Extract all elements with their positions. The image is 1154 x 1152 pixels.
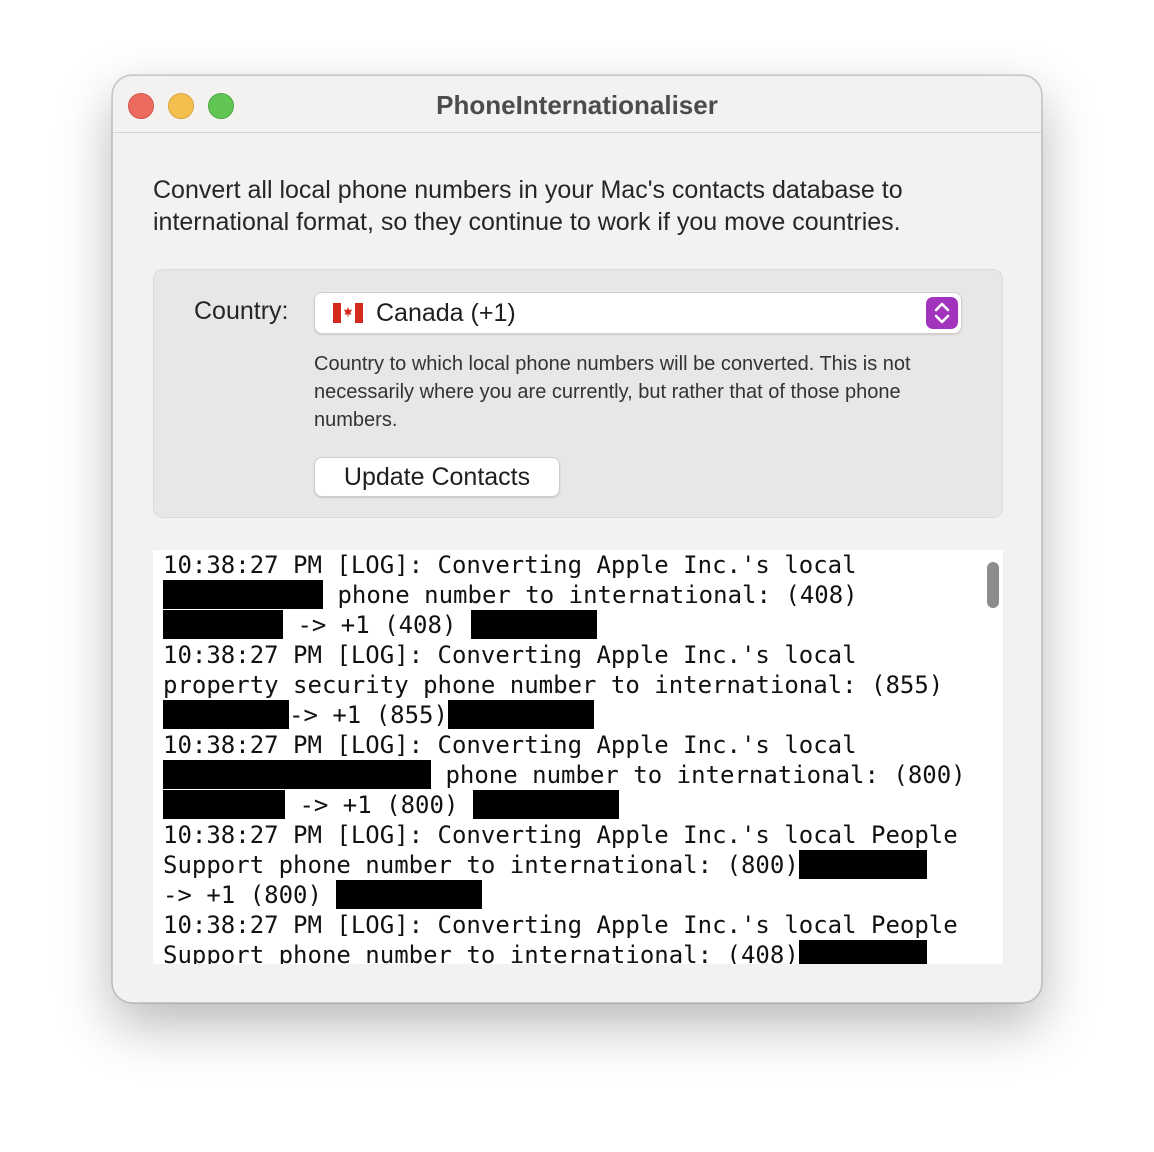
log-line: -> +1 (855): [163, 700, 1003, 730]
title-bar[interactable]: PhoneInternationaliser: [113, 76, 1041, 133]
log-line: phone number to international: (408): [163, 580, 1003, 610]
log-line: Support phone number to international: (…: [163, 940, 1003, 964]
log-line: -> +1 (408): [163, 610, 1003, 640]
log-line: 10:38:27 PM [LOG]: Converting Apple Inc.…: [163, 551, 857, 579]
country-label: Country:: [194, 297, 289, 325]
window-title: PhoneInternationaliser: [436, 90, 718, 120]
redacted-block: [447, 700, 594, 729]
log-line: Support phone number to international: (…: [163, 850, 1003, 880]
redacted-block: [470, 610, 597, 639]
app-window: PhoneInternationaliser Convert all local…: [112, 75, 1042, 1003]
log-scrollbar[interactable]: [987, 562, 999, 608]
country-select-value: Canada (+1): [376, 299, 516, 327]
log-line: -> +1 (800): [163, 790, 1003, 820]
intro-text: Convert all local phone numbers in your …: [153, 176, 903, 236]
redacted-block: [163, 700, 289, 729]
log-line: 10:38:27 PM [LOG]: Converting Apple Inc.…: [163, 731, 857, 759]
canada-flag-icon: [333, 303, 363, 323]
log-line: phone number to international: (800): [163, 760, 1003, 790]
chevron-up-down-icon[interactable]: [926, 297, 958, 329]
log-line: -> +1 (800): [163, 880, 1003, 910]
update-contacts-button[interactable]: Update Contacts: [314, 457, 560, 497]
redacted-block: [798, 940, 927, 964]
country-help-text: Country to which local phone numbers wil…: [314, 353, 911, 431]
log-line: property security phone number to intern…: [163, 671, 944, 699]
country-select[interactable]: Canada (+1): [314, 292, 962, 334]
log-output[interactable]: 10:38:27 PM [LOG]: Converting Apple Inc.…: [153, 550, 1003, 964]
settings-panel: Country: Canada (+1) Country to which lo…: [153, 269, 1003, 518]
log-line: 10:38:27 PM [LOG]: Converting Apple Inc.…: [163, 641, 857, 669]
log-line: 10:38:27 PM [LOG]: Converting Apple Inc.…: [163, 821, 958, 849]
redacted-block: [472, 790, 619, 819]
log-line: 10:38:27 PM [LOG]: Converting Apple Inc.…: [163, 911, 958, 939]
redacted-block: [163, 760, 431, 789]
redacted-block: [336, 880, 483, 909]
redacted-block: [163, 790, 285, 819]
redacted-block: [798, 850, 927, 879]
redacted-block: [163, 580, 323, 609]
redacted-block: [163, 610, 283, 639]
